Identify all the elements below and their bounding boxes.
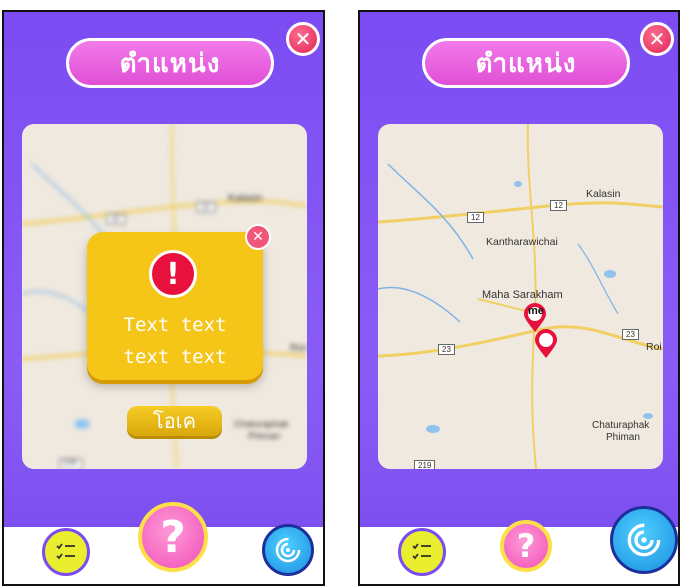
page-title: ตำแหน่ง — [422, 38, 630, 88]
map-label-chaturaphak: Chaturaphak — [592, 420, 650, 431]
help-symbol: ? — [516, 527, 536, 565]
me-label: me — [528, 305, 544, 317]
help-symbol: ? — [160, 511, 186, 563]
map-label-kalasin: Kalasin — [586, 188, 621, 200]
map-label-chaturaphak: Chaturaphak — [234, 419, 289, 430]
map-label-road: 12 — [550, 200, 567, 211]
help-icon[interactable]: ? — [500, 520, 552, 572]
dialog-text-line-2: text text — [123, 346, 227, 368]
radar-icon[interactable] — [262, 524, 314, 576]
help-icon[interactable]: ? — [138, 502, 208, 572]
map-label-kantharawichai: Kantharawichai — [486, 236, 558, 248]
map-label-road: 23 — [438, 344, 455, 355]
screen-left: ตำแหน่ง ✕ Kalasin 12 12 Roi E Chaturapha… — [2, 10, 325, 586]
map-view[interactable]: Kalasin 12 12 Kantharawichai Maha Sarakh… — [378, 124, 663, 469]
map-label-road: 12 — [111, 214, 120, 223]
checklist-icon[interactable] — [398, 528, 446, 576]
map-label-roi: Roi E — [290, 342, 307, 354]
close-icon[interactable]: ✕ — [245, 224, 271, 250]
map-label-road: 12 — [201, 202, 210, 211]
radar-icon[interactable] — [610, 506, 678, 574]
map-label-maha-sarakham: Maha Sarakham — [482, 289, 563, 301]
screen-right: ตำแหน่ง ✕ Kalasin 12 12 Kantharawichai M… — [358, 10, 680, 586]
map-label-kalasin: Kalasin — [228, 192, 263, 204]
exclamation-icon: ! — [149, 250, 197, 298]
map-label-road: 23 — [622, 329, 639, 340]
ok-button[interactable]: โอเค — [127, 406, 222, 436]
map-label-road: 12 — [467, 212, 484, 223]
map-label-phiman: Phiman — [606, 432, 640, 443]
page-title: ตำแหน่ง — [66, 38, 274, 88]
dialog-text-line-1: Text text — [123, 314, 227, 336]
alert-dialog: ! Text text text text ✕ — [87, 224, 271, 380]
map-label-phiman: Phiman — [248, 431, 281, 442]
map-label-road: 219 — [414, 460, 436, 469]
close-icon[interactable]: ✕ — [640, 22, 674, 56]
map-label-road: 219 — [63, 458, 77, 467]
map-label-roi: Roi E — [646, 341, 663, 353]
checklist-icon[interactable] — [42, 528, 90, 576]
close-icon[interactable]: ✕ — [286, 22, 320, 56]
